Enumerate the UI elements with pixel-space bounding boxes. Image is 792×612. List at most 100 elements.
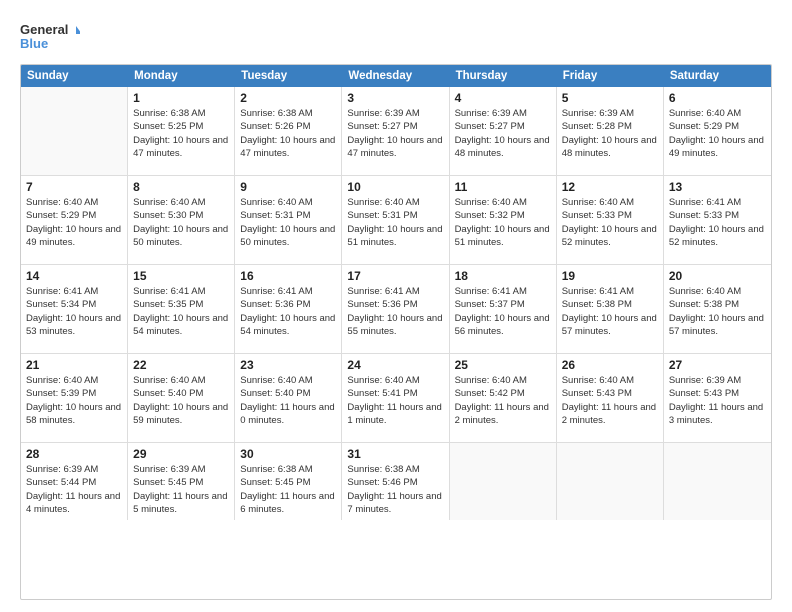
cal-cell-1-5: 4 Sunrise: 6:39 AMSunset: 5:27 PMDaylight… [450,87,557,175]
cal-cell-4-5: 25 Sunrise: 6:40 AMSunset: 5:42 PMDayligh… [450,354,557,442]
cal-cell-4-6: 26 Sunrise: 6:40 AMSunset: 5:43 PMDayligh… [557,354,664,442]
cal-cell-4-4: 24Sunrise: 6:40 AMSunset: 5:41 PMDayligh… [342,354,449,442]
day-number: 16 [240,269,336,283]
calendar-row-1: 1Sunrise: 6:38 AMSunset: 5:25 PMDaylight… [21,87,771,176]
day-number: 31 [347,447,443,461]
cell-info: Sunrise: 6:41 AMSunset: 5:37 PMDaylight:… [455,285,551,338]
logo-svg: General Blue [20,18,80,54]
cal-cell-1-4: 3Sunrise: 6:39 AMSunset: 5:27 PMDaylight… [342,87,449,175]
day-number: 5 [562,91,658,105]
cal-cell-4-1: 21 Sunrise: 6:40 AMSunset: 5:39 PMDayligh… [21,354,128,442]
cal-cell-1-2: 1Sunrise: 6:38 AMSunset: 5:25 PMDaylight… [128,87,235,175]
cell-info: Sunrise: 6:40 AMSunset: 5:29 PMDaylight:… [669,107,766,160]
header: General Blue [20,18,772,54]
page: General Blue SundayMondayTuesdayWednesda… [0,0,792,612]
day-number: 4 [455,91,551,105]
cell-info: Sunrise: 6:38 AMSunset: 5:26 PMDaylight:… [240,107,336,160]
day-number: 19 [562,269,658,283]
weekday-header-friday: Friday [557,65,664,87]
cell-info: Sunrise: 6:40 AMSunset: 5:39 PMDaylight:… [26,374,122,427]
cal-cell-3-4: 17 Sunrise: 6:41 AMSunset: 5:36 PMDayligh… [342,265,449,353]
cal-cell-5-5 [450,443,557,520]
cell-info: Sunrise: 6:41 AMSunset: 5:35 PMDaylight:… [133,285,229,338]
day-number: 13 [669,180,766,194]
day-number: 7 [26,180,122,194]
cell-info: Sunrise: 6:39 AMSunset: 5:43 PMDaylight:… [669,374,766,427]
day-number: 14 [26,269,122,283]
cell-info: Sunrise: 6:41 AMSunset: 5:38 PMDaylight:… [562,285,658,338]
cal-cell-2-2: 8 Sunrise: 6:40 AMSunset: 5:30 PMDaylight… [128,176,235,264]
cal-cell-5-2: 29 Sunrise: 6:39 AMSunset: 5:45 PMDayligh… [128,443,235,520]
cell-info: Sunrise: 6:40 AMSunset: 5:31 PMDaylight:… [347,196,443,249]
weekday-header-tuesday: Tuesday [235,65,342,87]
cal-cell-1-3: 2 Sunrise: 6:38 AMSunset: 5:26 PMDaylight… [235,87,342,175]
day-number: 26 [562,358,658,372]
day-number: 24 [347,358,443,372]
cell-info: Sunrise: 6:39 AMSunset: 5:28 PMDaylight:… [562,107,658,160]
day-number: 11 [455,180,551,194]
cell-info: Sunrise: 6:40 AMSunset: 5:40 PMDaylight:… [240,374,336,427]
cell-info: Sunrise: 6:40 AMSunset: 5:42 PMDaylight:… [455,374,551,427]
day-number: 29 [133,447,229,461]
day-number: 12 [562,180,658,194]
cal-cell-3-2: 15Sunrise: 6:41 AMSunset: 5:35 PMDayligh… [128,265,235,353]
cell-info: Sunrise: 6:41 AMSunset: 5:34 PMDaylight:… [26,285,122,338]
cal-cell-5-6 [557,443,664,520]
cell-info: Sunrise: 6:40 AMSunset: 5:38 PMDaylight:… [669,285,766,338]
cal-cell-5-3: 30Sunrise: 6:38 AMSunset: 5:45 PMDayligh… [235,443,342,520]
cell-info: Sunrise: 6:38 AMSunset: 5:46 PMDaylight:… [347,463,443,516]
cal-cell-3-1: 14 Sunrise: 6:41 AMSunset: 5:34 PMDayligh… [21,265,128,353]
cal-cell-3-6: 19 Sunrise: 6:41 AMSunset: 5:38 PMDayligh… [557,265,664,353]
cal-cell-5-1: 28Sunrise: 6:39 AMSunset: 5:44 PMDayligh… [21,443,128,520]
cal-cell-1-6: 5 Sunrise: 6:39 AMSunset: 5:28 PMDaylight… [557,87,664,175]
cell-info: Sunrise: 6:41 AMSunset: 5:33 PMDaylight:… [669,196,766,249]
cell-info: Sunrise: 6:38 AMSunset: 5:45 PMDaylight:… [240,463,336,516]
cal-cell-1-1 [21,87,128,175]
day-number: 8 [133,180,229,194]
cell-info: Sunrise: 6:39 AMSunset: 5:45 PMDaylight:… [133,463,229,516]
day-number: 20 [669,269,766,283]
weekday-header-thursday: Thursday [450,65,557,87]
day-number: 10 [347,180,443,194]
cal-cell-2-4: 10 Sunrise: 6:40 AMSunset: 5:31 PMDayligh… [342,176,449,264]
cell-info: Sunrise: 6:41 AMSunset: 5:36 PMDaylight:… [240,285,336,338]
weekday-header-wednesday: Wednesday [342,65,449,87]
cal-cell-2-6: 12 Sunrise: 6:40 AMSunset: 5:33 PMDayligh… [557,176,664,264]
cal-cell-3-5: 18 Sunrise: 6:41 AMSunset: 5:37 PMDayligh… [450,265,557,353]
day-number: 18 [455,269,551,283]
cell-info: Sunrise: 6:40 AMSunset: 5:40 PMDaylight:… [133,374,229,427]
cal-cell-5-4: 31 Sunrise: 6:38 AMSunset: 5:46 PMDayligh… [342,443,449,520]
day-number: 17 [347,269,443,283]
svg-text:Blue: Blue [20,36,48,51]
cal-cell-2-5: 11Sunrise: 6:40 AMSunset: 5:32 PMDayligh… [450,176,557,264]
svg-text:General: General [20,22,68,37]
cell-info: Sunrise: 6:40 AMSunset: 5:31 PMDaylight:… [240,196,336,249]
cal-cell-2-7: 13 Sunrise: 6:41 AMSunset: 5:33 PMDayligh… [664,176,771,264]
cell-info: Sunrise: 6:40 AMSunset: 5:43 PMDaylight:… [562,374,658,427]
logo: General Blue [20,18,80,54]
cal-cell-4-7: 27Sunrise: 6:39 AMSunset: 5:43 PMDayligh… [664,354,771,442]
day-number: 2 [240,91,336,105]
cell-info: Sunrise: 6:40 AMSunset: 5:30 PMDaylight:… [133,196,229,249]
day-number: 21 [26,358,122,372]
cell-info: Sunrise: 6:41 AMSunset: 5:36 PMDaylight:… [347,285,443,338]
calendar-header: SundayMondayTuesdayWednesdayThursdayFrid… [21,65,771,87]
day-number: 1 [133,91,229,105]
cal-cell-1-7: 6Sunrise: 6:40 AMSunset: 5:29 PMDaylight… [664,87,771,175]
cell-info: Sunrise: 6:39 AMSunset: 5:27 PMDaylight:… [455,107,551,160]
cell-info: Sunrise: 6:39 AMSunset: 5:44 PMDaylight:… [26,463,122,516]
calendar: SundayMondayTuesdayWednesdayThursdayFrid… [20,64,772,600]
calendar-body: 1Sunrise: 6:38 AMSunset: 5:25 PMDaylight… [21,87,771,520]
day-number: 9 [240,180,336,194]
calendar-row-5: 28Sunrise: 6:39 AMSunset: 5:44 PMDayligh… [21,443,771,520]
cal-cell-4-3: 23Sunrise: 6:40 AMSunset: 5:40 PMDayligh… [235,354,342,442]
calendar-row-3: 14 Sunrise: 6:41 AMSunset: 5:34 PMDayligh… [21,265,771,354]
day-number: 22 [133,358,229,372]
cal-cell-2-3: 9 Sunrise: 6:40 AMSunset: 5:31 PMDaylight… [235,176,342,264]
weekday-header-saturday: Saturday [664,65,771,87]
weekday-header-monday: Monday [128,65,235,87]
cell-info: Sunrise: 6:40 AMSunset: 5:29 PMDaylight:… [26,196,122,249]
day-number: 25 [455,358,551,372]
weekday-header-sunday: Sunday [21,65,128,87]
cell-info: Sunrise: 6:40 AMSunset: 5:33 PMDaylight:… [562,196,658,249]
